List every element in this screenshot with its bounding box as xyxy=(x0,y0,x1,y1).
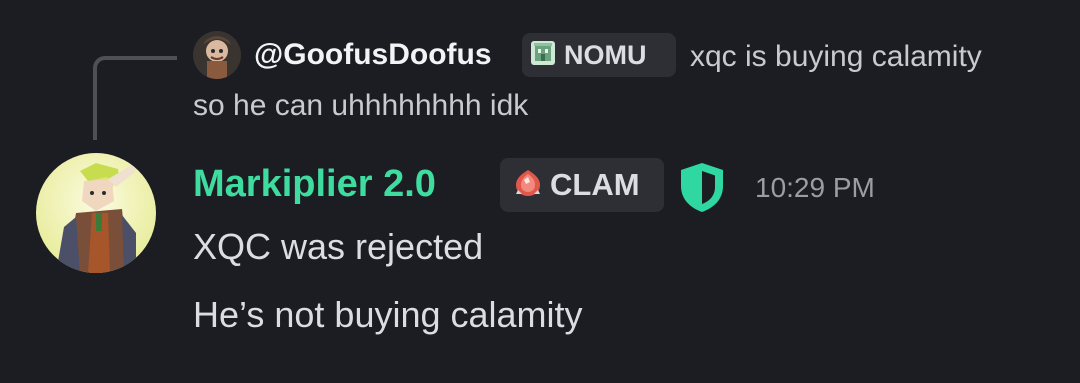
author-avatar[interactable] xyxy=(36,153,156,273)
author-guild-tag[interactable]: CLAM xyxy=(500,158,664,212)
reply-guild-tag[interactable]: NOMU xyxy=(522,33,676,77)
reply-connector xyxy=(93,56,177,140)
shield-icon[interactable] xyxy=(676,160,728,214)
chat-message: @GoofusDoofus NOMU xqc is buying calamit… xyxy=(0,0,1080,383)
reply-avatar[interactable] xyxy=(193,31,241,79)
reply-preview-text[interactable]: xqc is buying calamity xyxy=(690,40,982,74)
reply-username[interactable]: @GoofusDoofus xyxy=(254,38,492,72)
building-icon xyxy=(530,40,556,71)
message-text-line: XQC was rejected xyxy=(193,226,484,267)
author-username[interactable]: Markiplier 2.0 xyxy=(193,163,436,206)
author-tag-label: CLAM xyxy=(550,167,640,202)
red-gem-icon xyxy=(512,168,544,203)
reply-tag-label: NOMU xyxy=(564,39,647,70)
message-timestamp[interactable]: 10:29 PM xyxy=(755,172,875,204)
message-text-line: He’s not buying calamity xyxy=(193,294,583,335)
reply-preview-text-continued[interactable]: so he can uhhhhhhhh idk xyxy=(193,89,528,123)
